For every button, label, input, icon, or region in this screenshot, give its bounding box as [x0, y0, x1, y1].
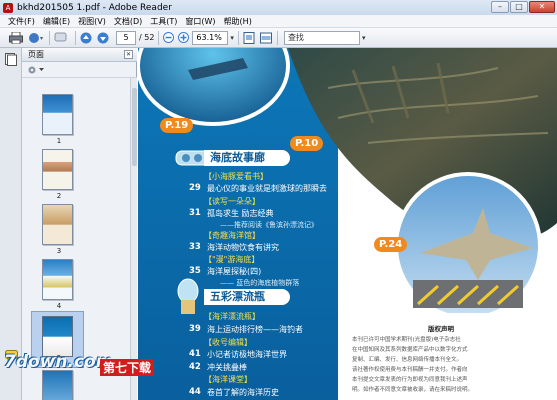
- page-badge: P.24: [374, 237, 408, 252]
- toolbar-separator: [75, 30, 76, 45]
- section-heading: 海底故事廊: [204, 150, 290, 166]
- thumbnail-label: 4: [56, 302, 62, 310]
- toc-category: 【收号编辑】: [204, 338, 252, 347]
- toc-entry[interactable]: 海洋屋探秘(四): [207, 266, 261, 277]
- toc-category: 【奇趣海洋馆】: [204, 231, 260, 240]
- toc-entry[interactable]: 海上运动排行榜——海钓者: [207, 324, 303, 335]
- fit-page-icon[interactable]: [242, 30, 256, 45]
- watermark-logo: 7down.com: [4, 352, 114, 372]
- toc-page-number: 39: [189, 324, 201, 334]
- title-bar: A bkhd201505 1.pdf - Adobe Reader – □ ✕: [0, 0, 557, 15]
- toc-page-number: 35: [189, 266, 201, 276]
- thumbnail-label: 3: [56, 247, 62, 255]
- page-thumbnail[interactable]: [42, 316, 73, 357]
- search-input[interactable]: 查找: [283, 30, 360, 45]
- copyright-line: 该社著作权使用费与本刊稿酬一并支付。作者向: [352, 367, 468, 373]
- toc-page-number: 41: [189, 349, 201, 359]
- zoom-level-select[interactable]: 63.1%: [192, 30, 229, 45]
- page-total: / 52: [139, 33, 155, 42]
- pages-panel-header: 页面 ✕: [22, 48, 137, 62]
- toc-entry[interactable]: 冲关挑叠棒: [207, 362, 247, 373]
- toc-entry[interactable]: 最心仪的事业就是刺激球的那瞬去: [207, 183, 327, 194]
- window-title: bkhd201505 1.pdf - Adobe Reader: [17, 2, 172, 13]
- page-badge: P.19: [160, 118, 194, 133]
- menu-bar: 文件(F) 编辑(E) 视图(V) 文档(D) 工具(T) 窗口(W) 帮助(H…: [0, 15, 557, 28]
- options-icon[interactable]: [28, 65, 46, 75]
- copyright-line: 明。如作者不同意文章被收录，请在来稿时说明。: [352, 387, 474, 393]
- comment-icon[interactable]: [53, 30, 71, 45]
- minimize-button[interactable]: –: [491, 1, 509, 13]
- navigation-strip: [0, 48, 22, 400]
- page-thumbnail[interactable]: [42, 149, 73, 190]
- toc-note: ——推荐阅读《鲁滨孙漂流记》: [220, 221, 318, 229]
- section-heading: 五彩漂流瓶: [204, 289, 290, 305]
- next-page-icon[interactable]: [96, 30, 110, 45]
- bottle-figure: [177, 278, 199, 314]
- fit-width-icon[interactable]: [259, 30, 273, 45]
- copyright-line: 本刊已许可中国学术期刊(光盘版)电子杂志社: [352, 337, 461, 343]
- toc-page-number: 44: [189, 387, 201, 397]
- thumbnail-label: 1: [56, 137, 62, 145]
- menu-window[interactable]: 窗口(W): [185, 16, 215, 27]
- page-thumbnail[interactable]: [42, 259, 73, 300]
- toc-page-number: 29: [189, 183, 201, 193]
- toc-category: 【小海豚爱看书】: [204, 172, 268, 181]
- menu-view[interactable]: 视图(V): [78, 16, 106, 27]
- page-number-input[interactable]: 5: [116, 30, 136, 45]
- pages-icon[interactable]: [5, 53, 17, 66]
- pages-panel: 页面 ✕ 1 2 3 4 5: [0, 48, 137, 400]
- toc-category: 【海洋课堂】: [204, 375, 252, 384]
- chevron-down-icon[interactable]: ▾: [230, 34, 234, 42]
- print-icon[interactable]: [8, 30, 24, 45]
- page-thumbnail[interactable]: [42, 370, 73, 400]
- toc-page-number: 31: [189, 208, 201, 218]
- search-dropdown-icon[interactable]: ▾: [362, 34, 366, 42]
- page-artwork: [138, 48, 557, 400]
- thumbnails-scrollbar[interactable]: [130, 78, 137, 400]
- page-thumbnail[interactable]: [42, 204, 73, 245]
- menu-tools[interactable]: 工具(T): [150, 16, 177, 27]
- page-thumbnail[interactable]: [42, 94, 73, 135]
- previous-page-icon[interactable]: [79, 30, 93, 45]
- adobe-reader-icon: A: [3, 2, 13, 13]
- copyright-line: 在中国知网及其系列数据库产品中以数字化方式: [352, 347, 468, 353]
- page-badge: P.10: [290, 136, 324, 151]
- toolbar-separator: [49, 30, 50, 45]
- menu-edit[interactable]: 编辑(E): [43, 16, 70, 27]
- zoom-in-icon[interactable]: [177, 30, 189, 45]
- maximize-button[interactable]: □: [510, 1, 528, 13]
- toolbar-separator: [276, 30, 278, 45]
- thumbnail-label: 2: [56, 192, 62, 200]
- close-button[interactable]: ✕: [529, 1, 555, 13]
- adobe-reader-window: A bkhd201505 1.pdf - Adobe Reader – □ ✕ …: [0, 0, 557, 400]
- email-icon[interactable]: [27, 30, 45, 45]
- copyright-line: 本刊提交文章发表的行为即视为同意我刊上述声: [352, 377, 468, 383]
- toc-note: —— 蓝色的海底植物群落: [220, 279, 300, 287]
- panel-options: [22, 62, 137, 78]
- menu-file[interactable]: 文件(F): [8, 16, 35, 27]
- document-view[interactable]: P.19 P.10 P.24 海底故事廊 五彩漂流瓶 【小海豚爱看书】 29 最…: [138, 48, 557, 400]
- toc-entry[interactable]: 海洋动物饮食有讲究: [207, 242, 279, 253]
- toolbar-separator: [237, 30, 239, 45]
- toc-category: 【海洋漂流瓶】: [204, 312, 260, 321]
- pages-panel-title: 页面: [28, 50, 44, 59]
- panel-close-icon[interactable]: ✕: [124, 50, 133, 59]
- toolbar: 5 / 52 63.1% ▾ 查找 ▾: [0, 28, 557, 48]
- zoom-out-icon[interactable]: [162, 30, 174, 45]
- toc-entry[interactable]: 小记者访极地海洋世界: [207, 349, 287, 360]
- toc-entry[interactable]: 卷首了解的海洋历史: [207, 387, 279, 398]
- toc-entry[interactable]: 孤岛求生 励志经典: [207, 208, 274, 219]
- toc-category: 【读写一朵朵】: [204, 197, 260, 206]
- scrollbar-thumb[interactable]: [132, 88, 137, 166]
- menu-help[interactable]: 帮助(H): [224, 16, 252, 27]
- menu-document[interactable]: 文档(D): [114, 16, 142, 27]
- toc-page-number: 33: [189, 242, 201, 252]
- copyright-heading: 版权声明: [428, 325, 454, 333]
- watermark-tag: 第七下载: [100, 359, 155, 376]
- copyright-line: 复制、汇编、发行、信息网络传播本刊全文。: [352, 357, 463, 363]
- toc-category: 【"漫"游海底】: [204, 255, 260, 264]
- toolbar-separator: [158, 30, 160, 45]
- toc-page-number: 42: [189, 362, 201, 372]
